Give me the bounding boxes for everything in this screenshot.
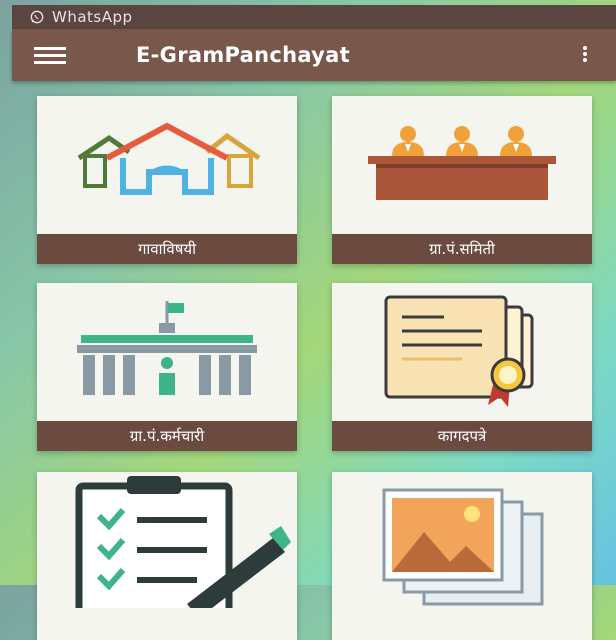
whatsapp-icon (30, 10, 44, 24)
tile-documents[interactable]: कागदपत्रे (332, 283, 592, 451)
tile-label: ग्रा.पं.कर्मचारी (37, 421, 297, 451)
status-app-name: WhatsApp (52, 8, 133, 26)
documents-certificate-icon (384, 295, 534, 407)
tile-label: ग्रा.पं.समिती (332, 234, 592, 264)
tile-label: गावाविषयी (37, 234, 297, 264)
tile-village-info[interactable]: गावाविषयी (37, 96, 297, 264)
tile-label: कागदपत्रे (332, 421, 592, 451)
houses-icon (77, 122, 261, 195)
hamburger-icon[interactable] (34, 45, 70, 65)
tile-employees[interactable]: ग्रा.पं.कर्मचारी (37, 283, 297, 451)
photo-gallery-icon (382, 488, 544, 606)
more-vert-icon[interactable] (582, 46, 588, 66)
status-bar: WhatsApp (12, 5, 616, 29)
office-building-icon (77, 301, 257, 395)
committee-icon (368, 126, 556, 200)
app-title: E-GramPanchayat (136, 43, 350, 67)
app-bar: E-GramPanchayat (12, 29, 616, 81)
tile-gallery[interactable] (332, 472, 592, 640)
tile-committee[interactable]: ग्रा.पं.समिती (332, 96, 592, 264)
checklist-icon (75, 476, 291, 608)
tile-checklist[interactable] (37, 472, 297, 640)
